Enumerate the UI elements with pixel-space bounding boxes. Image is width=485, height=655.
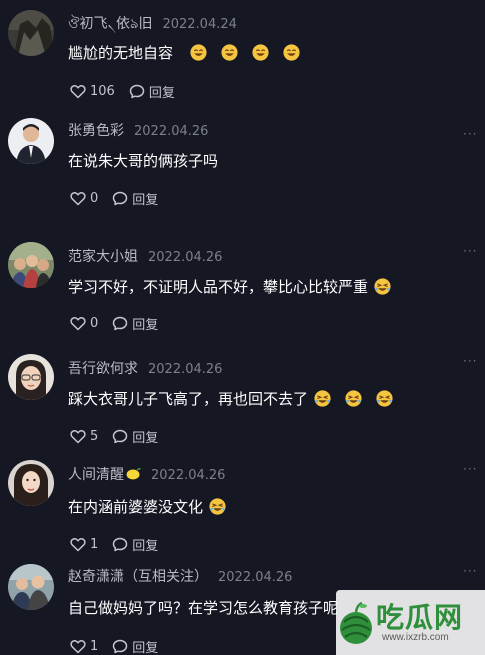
comment-feed: ঔ初飞৲依ঌ旧 2022.04.24 尴尬的无地自容 106 回复 张勇色彩 2…	[0, 0, 485, 655]
comment-text: 自己做妈妈了吗？在学习怎么教育孩子呢	[68, 599, 339, 617]
more-options-icon[interactable]: ···	[463, 245, 477, 257]
comment-actions: 0 回复	[70, 314, 158, 333]
avatar[interactable]	[8, 564, 54, 610]
username[interactable]: 范家大小姐 2022.04.26	[68, 246, 222, 266]
grinning-face-icon	[252, 44, 269, 61]
reply-label: 回复	[132, 193, 159, 208]
watermelon-icon	[340, 602, 372, 644]
reply-button[interactable]: 回复	[112, 427, 158, 446]
reply-label: 回复	[148, 86, 175, 101]
comment-actions: 5 回复	[70, 427, 158, 446]
username[interactable]: 赵奇潇潇（互相关注） 2022.04.26	[68, 566, 292, 586]
like-count: 0	[90, 316, 99, 331]
comment-bubble-icon	[113, 191, 128, 206]
reply-label: 回复	[132, 641, 159, 655]
comment-date: 2022.04.26	[151, 468, 226, 483]
like-count: 5	[90, 429, 99, 444]
rolling-laughing-icon	[345, 390, 362, 407]
rolling-laughing-icon	[209, 498, 226, 515]
comment-bubble-icon	[113, 316, 128, 331]
avatar[interactable]	[8, 354, 54, 400]
comment-item: 范家大小姐 2022.04.26 ··· 学习不好，不证明人品不好，攀比心比较严重…	[0, 232, 485, 350]
comment-actions: 1 回复	[70, 535, 158, 554]
heart-icon	[70, 538, 86, 552]
reply-button[interactable]: 回复	[112, 314, 158, 333]
comment-bubble-icon	[113, 537, 128, 552]
comment-item: 人间清醒 2022.04.26 ··· 在内涵前婆婆没文化 1 回复	[0, 454, 485, 562]
comment-text: 尴尬的无地自容	[68, 42, 300, 63]
like-button[interactable]: 0	[70, 191, 98, 206]
heart-icon	[70, 640, 86, 654]
comment-date: 2022.04.26	[148, 362, 223, 377]
heart-icon	[70, 192, 86, 206]
grinning-face-icon	[190, 44, 207, 61]
reply-label: 回复	[132, 431, 159, 446]
lemon-icon	[126, 468, 142, 480]
reply-label: 回复	[132, 539, 159, 554]
site-watermark: 吃瓜网 www.ixzrb.com	[336, 590, 485, 655]
comment-bubble-icon	[113, 429, 128, 444]
avatar[interactable]	[8, 242, 54, 288]
like-count: 0	[90, 191, 99, 206]
username[interactable]: ঔ初飞৲依ঌ旧 2022.04.24	[68, 12, 237, 36]
reply-button[interactable]: 回复	[112, 637, 158, 655]
comment-bubble-icon	[113, 639, 128, 654]
emoji-group	[179, 44, 300, 62]
heart-icon	[70, 317, 86, 331]
more-options-icon[interactable]: ···	[463, 355, 477, 367]
comment-actions: 1 回复	[70, 637, 158, 655]
reply-label: 回复	[132, 318, 159, 333]
like-count: 1	[90, 639, 99, 654]
like-count: 106	[90, 84, 115, 99]
comment-actions: 106 回复	[70, 82, 175, 101]
more-options-icon[interactable]: ···	[463, 128, 477, 140]
reply-button[interactable]: 回复	[112, 189, 158, 208]
username[interactable]: 张勇色彩 2022.04.26	[68, 120, 208, 140]
grinning-face-icon	[283, 44, 300, 61]
like-count: 1	[90, 537, 99, 552]
watermark-url: www.ixzrb.com	[382, 632, 449, 643]
like-button[interactable]: 5	[70, 429, 98, 444]
rolling-laughing-icon	[376, 390, 393, 407]
avatar[interactable]	[8, 460, 54, 506]
username[interactable]: 吾行欲何求 2022.04.26	[68, 358, 222, 378]
comment-text: 在内涵前婆婆没文化	[68, 496, 226, 517]
comment-text: 学习不好，不证明人品不好，攀比心比较严重	[68, 276, 391, 297]
rolling-laughing-icon	[374, 278, 391, 295]
like-button[interactable]: 1	[70, 537, 98, 552]
reply-button[interactable]: 回复	[112, 535, 158, 554]
reply-button[interactable]: 回复	[129, 82, 175, 101]
watermark-text: 吃瓜网	[376, 602, 464, 633]
comment-item: 吾行欲何求 2022.04.26 ··· 踩大衣哥儿子飞高了，再也回不去了 5 回…	[0, 346, 485, 454]
more-options-icon[interactable]: ···	[463, 463, 477, 475]
like-button[interactable]: 1	[70, 639, 98, 654]
comment-actions: 0 回复	[70, 189, 158, 208]
like-button[interactable]: 106	[70, 84, 115, 99]
comment-date: 2022.04.26	[134, 124, 209, 139]
comment-item: 张勇色彩 2022.04.26 ··· 在说朱大哥的俩孩子吗 0 回复	[0, 110, 485, 230]
grinning-face-icon	[221, 44, 238, 61]
comment-date: 2022.04.26	[218, 570, 293, 585]
comment-text: 踩大衣哥儿子飞高了，再也回不去了	[68, 388, 393, 409]
more-options-icon[interactable]: ···	[463, 565, 477, 577]
avatar[interactable]	[8, 10, 54, 56]
rolling-laughing-icon	[314, 390, 331, 407]
heart-icon	[70, 430, 86, 444]
comment-text: 在说朱大哥的俩孩子吗	[68, 152, 219, 170]
comment-item: ঔ初飞৲依ঌ旧 2022.04.24 尴尬的无地自容 106 回复	[0, 0, 485, 110]
heart-icon	[70, 85, 86, 99]
avatar[interactable]	[8, 118, 54, 164]
comment-date: 2022.04.26	[148, 250, 223, 265]
comment-bubble-icon	[129, 84, 145, 99]
like-button[interactable]: 0	[70, 316, 98, 331]
username[interactable]: 人间清醒 2022.04.26	[68, 464, 225, 484]
comment-date: 2022.04.24	[162, 17, 237, 32]
